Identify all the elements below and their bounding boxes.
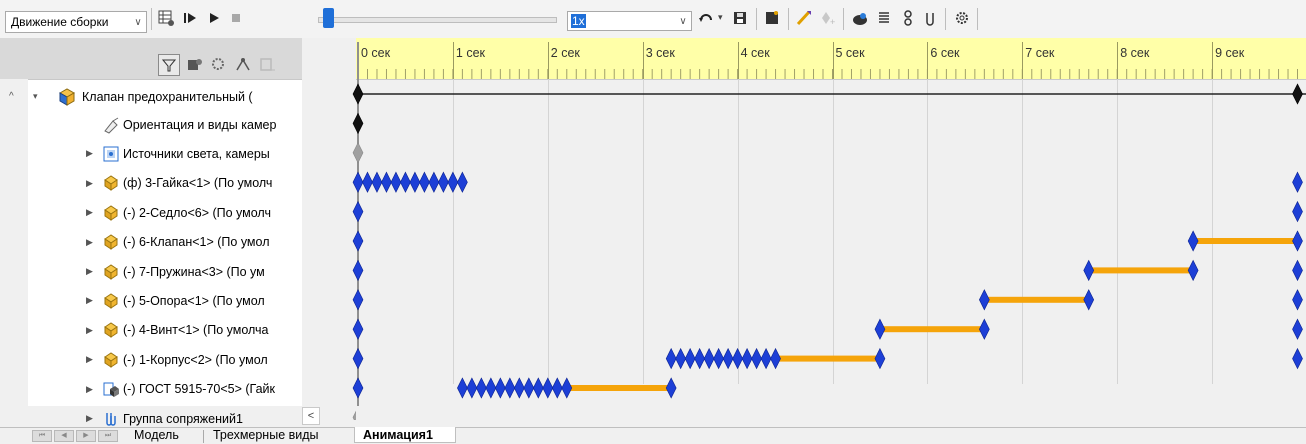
key-point bbox=[675, 347, 686, 370]
key-point bbox=[352, 112, 364, 135]
key-point bbox=[694, 347, 705, 370]
change-bar bbox=[775, 355, 880, 362]
key-point bbox=[979, 289, 990, 311]
key-point bbox=[504, 377, 516, 399]
key-point bbox=[741, 347, 753, 370]
key-point bbox=[979, 318, 990, 340]
key-point bbox=[352, 83, 364, 105]
prev-tab-icon[interactable]: ◀ bbox=[54, 430, 74, 442]
tab-nav-buttons[interactable]: ⏮ ◀ ▶ ⏭ bbox=[32, 430, 118, 442]
key-point bbox=[381, 171, 392, 193]
change-bar bbox=[879, 326, 985, 333]
change-bar bbox=[984, 296, 1089, 303]
key-point bbox=[1292, 200, 1303, 223]
tab-separator bbox=[203, 430, 204, 443]
key-point bbox=[1292, 83, 1303, 105]
key-point bbox=[352, 377, 364, 399]
key-point bbox=[1292, 318, 1303, 340]
key-point bbox=[419, 171, 430, 193]
key-point bbox=[713, 347, 724, 370]
key-point bbox=[352, 347, 364, 370]
key-point bbox=[751, 347, 762, 370]
key-point bbox=[551, 377, 563, 399]
key-point bbox=[1292, 347, 1303, 370]
key-point bbox=[495, 377, 506, 399]
key-point bbox=[438, 171, 449, 193]
key-point bbox=[874, 347, 886, 370]
key-point bbox=[447, 171, 459, 193]
key-point bbox=[371, 171, 383, 193]
key-point bbox=[561, 377, 573, 399]
key-point bbox=[466, 377, 478, 399]
timeline-scroll-area[interactable] bbox=[356, 406, 1306, 427]
key-point bbox=[352, 142, 364, 164]
key-point bbox=[722, 347, 734, 370]
key-point bbox=[770, 347, 781, 370]
key-point bbox=[760, 347, 772, 370]
key-point bbox=[428, 171, 440, 193]
key-point bbox=[665, 347, 677, 370]
key-point bbox=[1292, 259, 1303, 282]
key-point bbox=[362, 171, 373, 193]
key-point bbox=[352, 318, 364, 340]
key-point bbox=[1292, 230, 1303, 252]
key-point bbox=[1187, 259, 1199, 282]
change-bar bbox=[566, 385, 672, 391]
key-point bbox=[352, 259, 364, 282]
key-point bbox=[523, 377, 535, 399]
key-point bbox=[390, 171, 402, 193]
key-point bbox=[1292, 171, 1303, 193]
key-point bbox=[352, 200, 364, 223]
key-point bbox=[542, 377, 554, 399]
tab-animation[interactable]: Анимация1 bbox=[363, 428, 433, 443]
key-point bbox=[485, 377, 497, 399]
key-point bbox=[409, 171, 421, 193]
key-point bbox=[457, 377, 468, 399]
last-tab-icon[interactable]: ⏭ bbox=[98, 430, 118, 442]
key-point bbox=[1292, 289, 1303, 311]
tab-3d-views[interactable]: Трехмерные виды bbox=[213, 428, 319, 443]
bottom-tab-strip bbox=[0, 427, 1306, 444]
next-tab-icon[interactable]: ▶ bbox=[76, 430, 96, 442]
tab-model[interactable]: Модель bbox=[134, 428, 179, 443]
key-point bbox=[703, 347, 715, 370]
first-tab-icon[interactable]: ⏮ bbox=[32, 430, 52, 442]
key-point bbox=[874, 318, 886, 340]
key-point bbox=[457, 171, 468, 193]
change-bar bbox=[1193, 238, 1298, 244]
key-point bbox=[352, 171, 364, 193]
key-point bbox=[1083, 289, 1095, 311]
timeline-keys bbox=[352, 42, 1306, 420]
key-point bbox=[352, 289, 364, 311]
key-point bbox=[1187, 230, 1199, 252]
key-point bbox=[665, 377, 677, 399]
key-point bbox=[513, 377, 525, 399]
key-point bbox=[532, 377, 544, 399]
key-point bbox=[684, 347, 696, 370]
key-point bbox=[476, 377, 487, 399]
key-point bbox=[732, 347, 743, 370]
change-bar bbox=[1088, 267, 1194, 274]
key-point bbox=[352, 230, 364, 252]
key-point bbox=[400, 171, 411, 193]
key-point bbox=[1083, 259, 1095, 282]
